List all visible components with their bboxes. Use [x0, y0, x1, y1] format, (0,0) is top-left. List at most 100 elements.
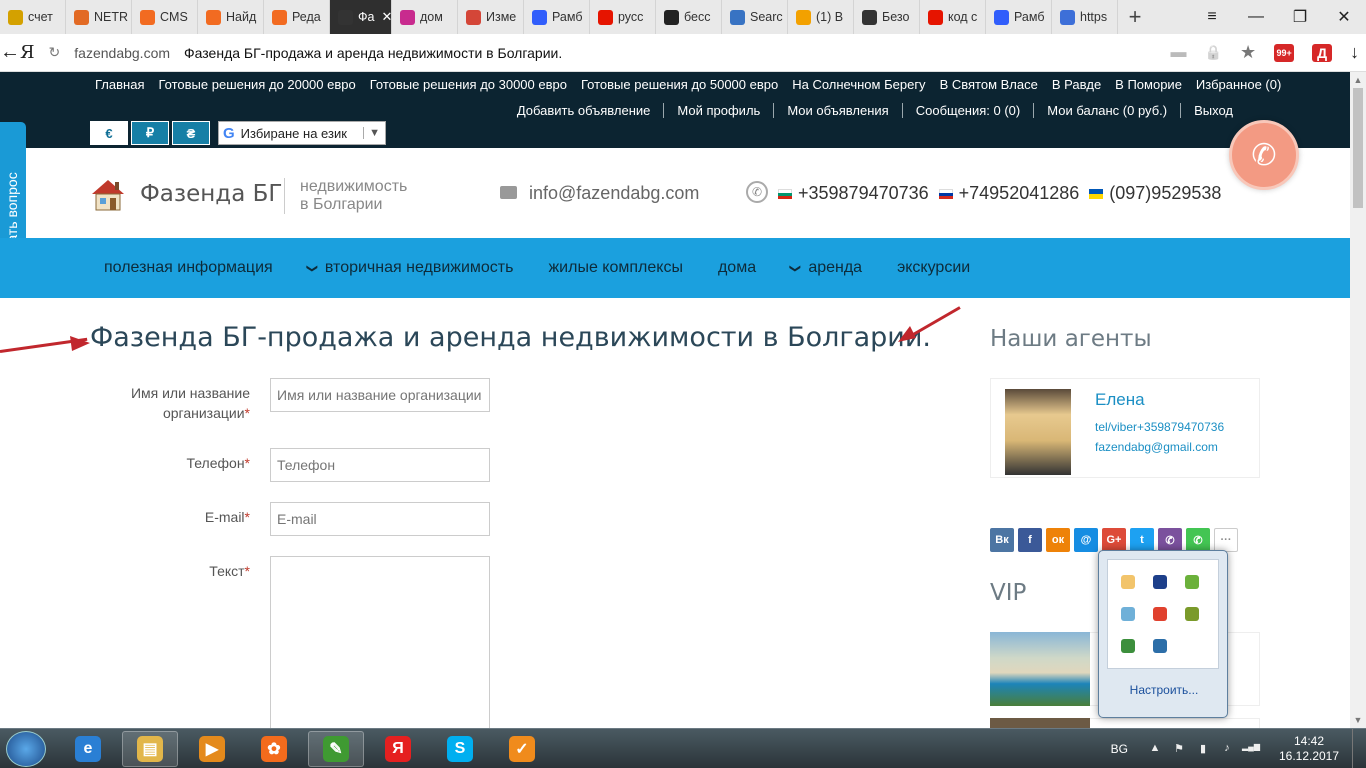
bookmark-star-icon[interactable]: ★: [1240, 42, 1256, 63]
browser-tab[interactable]: Изме: [458, 0, 524, 34]
start-button[interactable]: [6, 731, 46, 767]
taskbar-app[interactable]: ▤: [122, 731, 178, 767]
message-textarea[interactable]: [270, 556, 490, 731]
user-link[interactable]: Выход: [1180, 103, 1246, 118]
top-link[interactable]: Избранное (0): [1196, 77, 1281, 92]
top-link[interactable]: В Равде: [1052, 77, 1101, 92]
scroll-thumb[interactable]: [1353, 88, 1363, 208]
nav-item[interactable]: полезная информация: [104, 259, 273, 277]
nav-item[interactable]: жилые комплексы: [548, 259, 682, 277]
network-tool-icon[interactable]: [1112, 598, 1144, 630]
yandex-home-button[interactable]: Я: [20, 42, 35, 63]
vip-listing-image[interactable]: [990, 632, 1090, 706]
browser-tab[interactable]: Searc: [722, 0, 788, 34]
currency-rub-button[interactable]: ₽: [131, 121, 169, 145]
action-center-flag-icon[interactable]: ⚑: [1170, 742, 1188, 756]
restore-button[interactable]: ❐: [1278, 0, 1322, 34]
phone-ua[interactable]: (097)9529538: [1109, 183, 1221, 204]
nav-item[interactable]: ❯ вторичная недвижимость: [306, 259, 514, 277]
nav-item[interactable]: экскурсии: [897, 259, 970, 277]
browser-tab[interactable]: Фа ✕: [330, 0, 392, 34]
browser-tab[interactable]: https: [1052, 0, 1118, 34]
back-button[interactable]: ←: [0, 41, 20, 64]
user-link[interactable]: Мои объявления: [773, 103, 901, 118]
extension-badge-icon[interactable]: 99+: [1274, 43, 1295, 62]
user-link[interactable]: Сообщения: 0 (0): [901, 103, 1034, 118]
top-link[interactable]: Готовые решения до 20000 евро: [158, 77, 355, 92]
top-link[interactable]: В Поморие: [1115, 77, 1182, 92]
taskbar-app[interactable]: ✎: [308, 731, 364, 767]
top-link[interactable]: В Святом Власе: [940, 77, 1038, 92]
browser-tab[interactable]: Безо: [854, 0, 920, 34]
url-field[interactable]: ↻ fazendabg.com Фазенда БГ-продажа и аре…: [35, 39, 1171, 67]
name-input[interactable]: [270, 378, 490, 412]
share-odnoklassniki-icon[interactable]: ок: [1046, 528, 1070, 552]
browser-tab[interactable]: NETR: [66, 0, 132, 34]
currency-uah-button[interactable]: ₴: [172, 121, 210, 145]
taskbar-app[interactable]: ✓: [494, 731, 550, 767]
taskbar-app[interactable]: ✿: [246, 731, 302, 767]
top-link[interactable]: Готовые решения до 30000 евро: [370, 77, 567, 92]
network-signal-icon[interactable]: ▂▄▆: [1242, 742, 1260, 756]
browser-tab[interactable]: Найд: [198, 0, 264, 34]
agent-name[interactable]: Елена: [1095, 390, 1145, 410]
page-scrollbar[interactable]: ▲ ▼: [1350, 72, 1366, 728]
minimize-button[interactable]: —: [1234, 0, 1278, 34]
browser-menu-icon[interactable]: ≡: [1190, 0, 1234, 34]
browser-tab[interactable]: CMS: [132, 0, 198, 34]
browser-tab[interactable]: код с: [920, 0, 986, 34]
scroll-up-icon[interactable]: ▲: [1350, 72, 1366, 88]
language-select[interactable]: G Избиране на език ▼: [218, 121, 386, 145]
lock-icon[interactable]: 🔒: [1205, 44, 1222, 61]
brand-name[interactable]: Фазенда БГ: [140, 181, 282, 207]
show-hidden-icons-icon[interactable]: ▲: [1146, 742, 1164, 756]
browser-tab[interactable]: дом: [392, 0, 458, 34]
agent-email[interactable]: fazendabg@gmail.com: [1095, 440, 1218, 454]
share-whatsapp-icon[interactable]: ✆: [1186, 528, 1210, 552]
share-twitter-icon[interactable]: t: [1130, 528, 1154, 552]
share-vk-icon[interactable]: Вк: [990, 528, 1014, 552]
phone-ru[interactable]: +74952041286: [959, 183, 1080, 204]
top-link[interactable]: На Солнечном Берегу: [792, 77, 925, 92]
currency-eur-button[interactable]: €: [90, 121, 128, 145]
user-link[interactable]: Мой профиль: [663, 103, 773, 118]
top-link[interactable]: Главная: [95, 77, 144, 92]
colors-app-icon[interactable]: [1112, 630, 1144, 662]
tray-configure-link[interactable]: Настроить...: [1099, 683, 1229, 697]
browser-tab[interactable]: бесс: [656, 0, 722, 34]
browser-tab[interactable]: (1) В: [788, 0, 854, 34]
browser-tab[interactable]: русс: [590, 0, 656, 34]
taskbar-app[interactable]: S: [432, 731, 488, 767]
browser-tab[interactable]: Рамб: [986, 0, 1052, 34]
taskbar-app[interactable]: e: [60, 731, 116, 767]
tab-close-icon[interactable]: ✕: [381, 9, 391, 25]
share-more-icon[interactable]: ···: [1214, 528, 1238, 552]
callback-phone-button[interactable]: ✆: [1229, 120, 1299, 190]
phone-input[interactable]: [270, 448, 490, 482]
download-icon[interactable]: ↓: [1350, 42, 1359, 63]
share-viber-icon[interactable]: ✆: [1158, 528, 1182, 552]
taskbar-app[interactable]: ▶: [184, 731, 240, 767]
flower-icon[interactable]: [1144, 598, 1176, 630]
bluetooth-icon[interactable]: [1144, 566, 1176, 598]
share-moimir-icon[interactable]: @: [1074, 528, 1098, 552]
nav-item[interactable]: дома: [718, 259, 756, 277]
browser-tab[interactable]: Реда: [264, 0, 330, 34]
evernote-icon[interactable]: [1176, 566, 1208, 598]
battery-icon[interactable]: ▮: [1194, 742, 1212, 756]
email-input[interactable]: [270, 502, 490, 536]
browser-tab[interactable]: счет: [0, 0, 66, 34]
phone-bg[interactable]: +359879470736: [798, 183, 929, 204]
browser-tab[interactable]: Рамб: [524, 0, 590, 34]
input-language-indicator[interactable]: BG: [1111, 742, 1128, 756]
user-link[interactable]: Добавить объявление: [504, 103, 664, 118]
share-googleplus-icon[interactable]: G+: [1102, 528, 1126, 552]
comment-icon[interactable]: ▬: [1171, 44, 1187, 62]
user-link[interactable]: Мои баланс (0 руб.): [1033, 103, 1180, 118]
show-desktop-button[interactable]: [1352, 729, 1366, 768]
top-link[interactable]: Готовые решения до 50000 евро: [581, 77, 778, 92]
agent-photo[interactable]: [1005, 389, 1071, 475]
at-icon[interactable]: [1144, 630, 1176, 662]
scroll-down-icon[interactable]: ▼: [1350, 712, 1366, 728]
share-facebook-icon[interactable]: f: [1018, 528, 1042, 552]
